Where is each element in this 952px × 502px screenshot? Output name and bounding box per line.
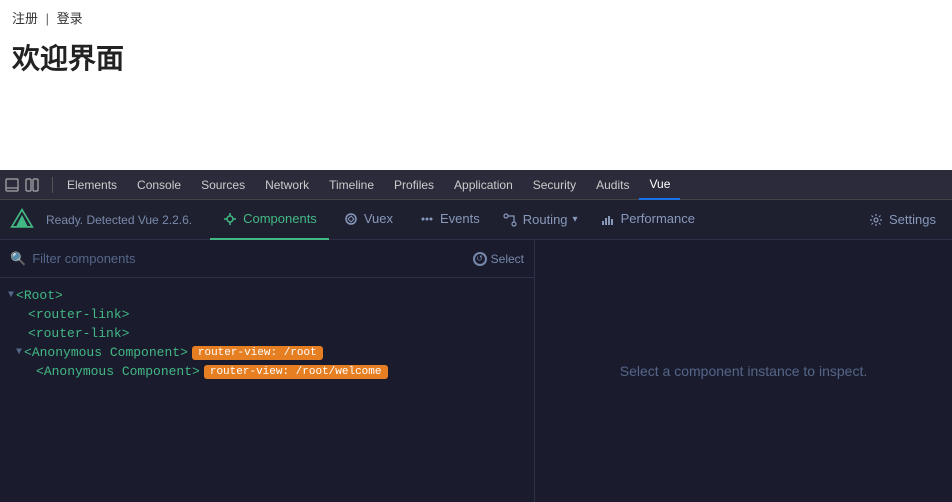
select-label: Select (491, 252, 524, 266)
page-title: 欢迎界面 (12, 37, 940, 77)
tab-components[interactable]: Components (210, 200, 329, 240)
devtools-topbar: Elements Console Sources Network Timelin… (0, 170, 952, 200)
devtools-icons (4, 177, 40, 193)
route-badge-2: router-view: /root/welcome (204, 365, 388, 379)
tab-application[interactable]: Application (444, 170, 523, 200)
tree-bracket: < (36, 364, 44, 379)
tree-row-anon-2[interactable]: <Anonymous Component> router-view: /root… (0, 362, 534, 381)
devtools-content: 🔍 ↺ Select ▼ <Root> (0, 240, 952, 502)
tree-bracket: < (24, 345, 32, 360)
settings-icon (868, 212, 884, 228)
filter-bar: 🔍 ↺ Select (0, 240, 534, 278)
tab-sources[interactable]: Sources (191, 170, 255, 200)
nav-separator: | (46, 11, 49, 26)
filter-input[interactable] (32, 251, 466, 266)
routing-icon (502, 212, 518, 228)
dock-icon[interactable] (4, 177, 20, 193)
tab-audits[interactable]: Audits (586, 170, 639, 200)
tab-settings-label: Settings (889, 212, 936, 227)
tree-area: ▼ <Root> <router-link> <router-link> ▼ (0, 278, 534, 502)
tree-tag: Anonymous Component (32, 345, 180, 360)
search-icon: 🔍 (10, 251, 26, 267)
vue-status: Ready. Detected Vue 2.2.6. (46, 213, 192, 227)
events-icon (419, 211, 435, 227)
register-link[interactable]: 注册 (12, 11, 38, 26)
arrow-icon: ▼ (8, 290, 14, 301)
select-button[interactable]: ↺ Select (473, 252, 524, 266)
tab-vuex[interactable]: Vuex (331, 200, 405, 240)
component-icon (222, 211, 238, 227)
tree-row-router-link-1[interactable]: <router-link> (0, 305, 534, 324)
tab-routing[interactable]: Routing ▾ (494, 200, 586, 240)
topbar-separator (52, 177, 53, 193)
layout-icon[interactable] (24, 177, 40, 193)
tab-profiles[interactable]: Profiles (384, 170, 444, 200)
login-link[interactable]: 登录 (57, 11, 83, 26)
tree-bracket: < (28, 307, 36, 322)
tree-row-root[interactable]: ▼ <Root> (0, 286, 534, 305)
tree-bracket: < (28, 326, 36, 341)
vue-devtools-bar: Ready. Detected Vue 2.2.6. Components (0, 200, 952, 240)
chevron-down-icon: ▾ (573, 214, 578, 225)
page-nav: 注册 | 登录 (12, 8, 940, 27)
devtools-panel: Elements Console Sources Network Timelin… (0, 170, 952, 502)
inspect-panel: Select a component instance to inspect. (535, 240, 952, 502)
tab-vue[interactable]: Vue (639, 170, 680, 200)
vuex-icon (343, 211, 359, 227)
tree-tag: router-link (36, 307, 122, 322)
tree-row-router-link-2[interactable]: <router-link> (0, 324, 534, 343)
tab-settings[interactable]: Settings (860, 200, 944, 240)
tab-events-label: Events (440, 211, 480, 226)
tab-elements[interactable]: Elements (57, 170, 127, 200)
tree-bracket: < (16, 288, 24, 303)
inspect-hint: Select a component instance to inspect. (620, 363, 867, 379)
performance-icon (600, 211, 616, 227)
tree-row-anon-1[interactable]: ▼ <Anonymous Component> router-view: /ro… (0, 343, 534, 362)
tree-tag: Root (24, 288, 55, 303)
tab-timeline[interactable]: Timeline (319, 170, 384, 200)
tree-tag: router-link (36, 326, 122, 341)
tab-security[interactable]: Security (523, 170, 586, 200)
tab-performance[interactable]: Performance (588, 200, 707, 240)
page-area: 注册 | 登录 欢迎界面 (0, 0, 952, 170)
tab-performance-label: Performance (621, 211, 695, 226)
tree-tag: Anonymous Component (44, 364, 192, 379)
route-badge-1: router-view: /root (192, 346, 323, 360)
tab-routing-label: Routing (523, 212, 568, 227)
tab-console[interactable]: Console (127, 170, 191, 200)
tab-network[interactable]: Network (255, 170, 319, 200)
component-panel: 🔍 ↺ Select ▼ <Root> (0, 240, 535, 502)
tab-events[interactable]: Events (407, 200, 492, 240)
tab-components-label: Components (243, 211, 317, 226)
tab-vuex-label: Vuex (364, 211, 393, 226)
arrow-icon: ▼ (16, 347, 22, 358)
vue-logo (8, 206, 36, 234)
select-circle-icon: ↺ (473, 252, 487, 266)
